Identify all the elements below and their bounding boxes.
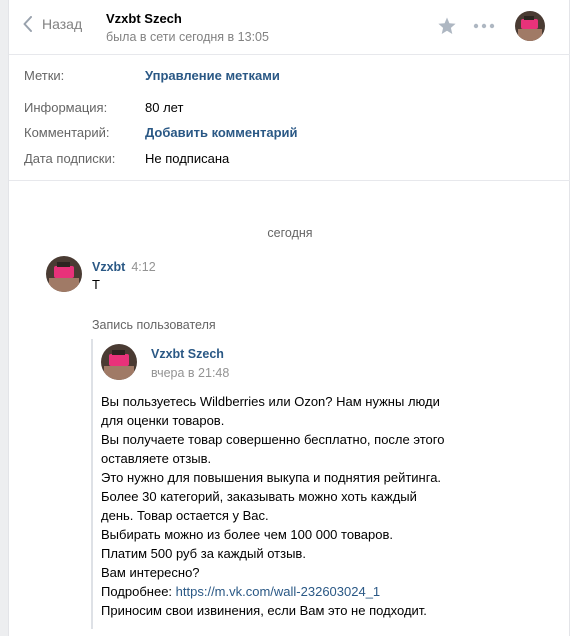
chevron-left-icon bbox=[23, 16, 32, 32]
star-icon[interactable] bbox=[437, 16, 457, 36]
back-label: Назад bbox=[42, 16, 83, 32]
message-header: Vzxbt 4:12 bbox=[92, 260, 156, 274]
post-line: Платим 500 руб за каждый отзыв. bbox=[101, 546, 306, 561]
peer-status: была в сети сегодня в 13:05 bbox=[106, 30, 269, 44]
post-text: Вы пользуетесь Wildberries или Ozon? Нам… bbox=[101, 392, 481, 620]
message-avatar[interactable] bbox=[46, 256, 82, 292]
chat-window: Назад Vzxbt Szech была в сети сегодня в … bbox=[8, 0, 570, 636]
post-line: Вы получаете товар совершенно бесплатно,… bbox=[101, 432, 445, 447]
subscribe-value: Не подписана bbox=[145, 151, 230, 166]
date-separator: сегодня bbox=[267, 226, 313, 240]
post-avatar[interactable] bbox=[101, 344, 137, 380]
post-line: оставляете отзыв. bbox=[101, 451, 212, 466]
post-line: Приносим свои извинения, если Вам это не… bbox=[101, 603, 427, 618]
tags-row: Метки: Управление метками bbox=[24, 68, 280, 83]
post-line: Более 30 категорий, заказывать можно хот… bbox=[101, 489, 417, 504]
peer-name[interactable]: Vzxbt Szech bbox=[106, 11, 269, 26]
post-more-link[interactable]: https://m.vk.com/wall-232603024_1 bbox=[176, 584, 381, 599]
chat-header: Назад Vzxbt Szech была в сети сегодня в … bbox=[9, 0, 570, 55]
post-line: для оценки товаров. bbox=[101, 413, 225, 428]
peer-info[interactable]: Vzxbt Szech была в сети сегодня в 13:05 bbox=[106, 11, 269, 44]
comment-label: Комментарий: bbox=[24, 125, 110, 140]
add-comment-link[interactable]: Добавить комментарий bbox=[145, 125, 298, 140]
message-time[interactable]: 4:12 bbox=[131, 260, 155, 274]
post-more-prefix: Подробнее: bbox=[101, 584, 176, 599]
post-more-line: Подробнее: https://m.vk.com/wall-2326030… bbox=[101, 582, 481, 601]
repost-divider bbox=[91, 339, 93, 629]
post-header: Vzxbt Szech вчера в 21:48 bbox=[151, 347, 229, 380]
post-line: Вам интересно? bbox=[101, 565, 200, 580]
message-author[interactable]: Vzxbt bbox=[92, 260, 125, 274]
back-button[interactable]: Назад bbox=[23, 16, 82, 32]
peer-details: Метки: Управление метками Информация: 80… bbox=[9, 56, 570, 181]
info-label: Информация: bbox=[24, 100, 108, 115]
tags-label: Метки: bbox=[24, 68, 65, 83]
repost-label: Запись пользователя bbox=[92, 318, 216, 332]
peer-avatar[interactable] bbox=[515, 11, 545, 41]
post-line: Выбирать можно из более чем 100 000 това… bbox=[101, 527, 394, 542]
subscribe-row: Дата подписки: Не подписана bbox=[24, 151, 229, 166]
manage-tags-link[interactable]: Управление метками bbox=[145, 68, 280, 83]
comment-row: Комментарий: Добавить комментарий bbox=[24, 125, 298, 140]
post-line: Вы пользуетесь Wildberries или Ozon? Нам… bbox=[101, 394, 440, 409]
subscribe-label: Дата подписки: bbox=[24, 151, 116, 166]
post-author[interactable]: Vzxbt Szech bbox=[151, 347, 229, 361]
info-row: Информация: 80 лет bbox=[24, 100, 183, 115]
info-value: 80 лет bbox=[145, 100, 184, 115]
post-line: день. Товар остается у Вас. bbox=[101, 508, 269, 523]
post-time[interactable]: вчера в 21:48 bbox=[151, 366, 229, 380]
message-text: Т bbox=[92, 277, 100, 292]
more-dots-icon[interactable] bbox=[473, 18, 495, 34]
post-line: Это нужно для повышения выкупа и подняти… bbox=[101, 470, 442, 485]
